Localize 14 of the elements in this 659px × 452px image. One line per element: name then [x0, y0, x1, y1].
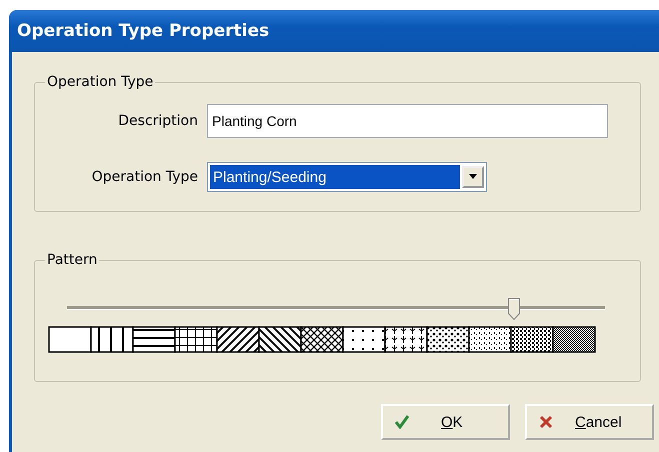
group-title: Pattern [46, 252, 98, 268]
group-title: Operation Type [46, 74, 154, 90]
operation-type-dropdown[interactable]: Planting/Seeding [207, 162, 487, 192]
window-title: Operation Type Properties [17, 21, 270, 41]
slider-thumb[interactable] [508, 298, 520, 320]
ok-button[interactable]: OK [381, 404, 510, 440]
pattern-strip-drawing[interactable] [48, 326, 596, 353]
operation-type-label: Operation Type [90, 169, 198, 185]
cancel-button[interactable]: Cancel [525, 404, 654, 440]
pattern-slider[interactable] [67, 298, 605, 320]
checkmark-icon [395, 415, 409, 429]
cross-icon [539, 415, 553, 429]
description-field[interactable]: Planting Corn [207, 104, 608, 138]
description-label: Description [117, 113, 198, 129]
